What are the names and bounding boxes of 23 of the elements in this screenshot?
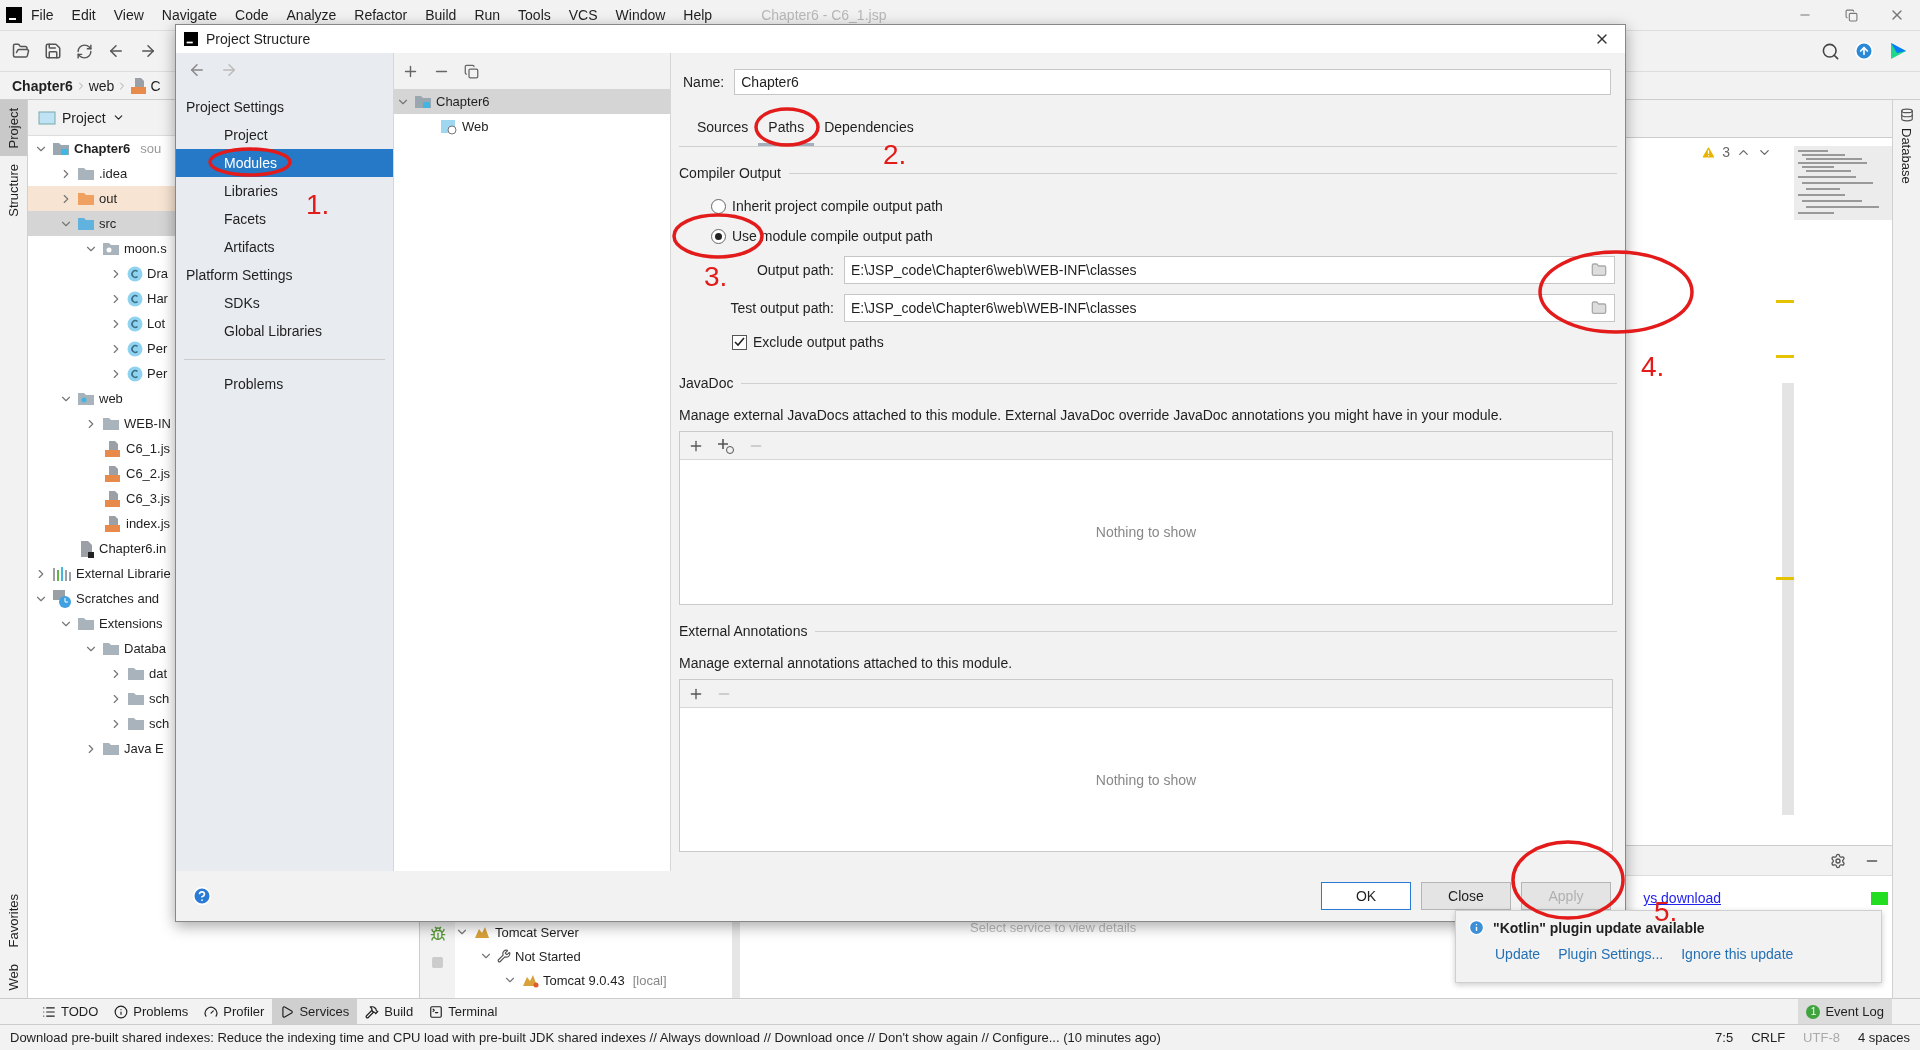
status-message: Download pre-built shared indexes: Reduce the indexing time and CPU load with pre-built JDK shared indexes // Always download // Download once // Don't show again // Configure... (10 minutes ago)	[10, 1030, 1162, 1045]
section-heading: External Annotations	[679, 623, 808, 639]
field-label: Test output path:	[730, 300, 834, 316]
field-label: Name:	[683, 74, 725, 90]
annotation-number: 4.	[1641, 352, 1665, 382]
annotation-number: 1.	[306, 190, 330, 220]
section-description: Manage external annotations attached to this module.	[679, 655, 1014, 671]
section-description: Manage external JavaDocs attached to this module. External JavaDoc override JavaDoc annotations you might have in your module.	[679, 407, 1504, 423]
annotation-number: 3.	[704, 262, 728, 292]
empty-message: Nothing to show	[1095, 771, 1197, 788]
section-heading: Project Settings	[185, 98, 286, 117]
empty-hint: Select service to view details	[970, 920, 1137, 935]
window-title: Chapter6 - C6_1.jsp	[761, 7, 888, 23]
path-hint: sou	[140, 141, 162, 156]
section-heading: Platform Settings	[185, 266, 294, 285]
section-heading: Compiler Output	[679, 165, 781, 181]
host-tag: [local]	[632, 972, 667, 988]
field-label: Output path:	[756, 262, 834, 278]
empty-message: Nothing to show	[1095, 524, 1197, 540]
dialog-title: Project Structure	[206, 31, 312, 47]
section-heading: JavaDoc	[679, 375, 734, 391]
annotation-number: 2.	[883, 140, 907, 170]
count-badge: 1	[1806, 1004, 1821, 1019]
